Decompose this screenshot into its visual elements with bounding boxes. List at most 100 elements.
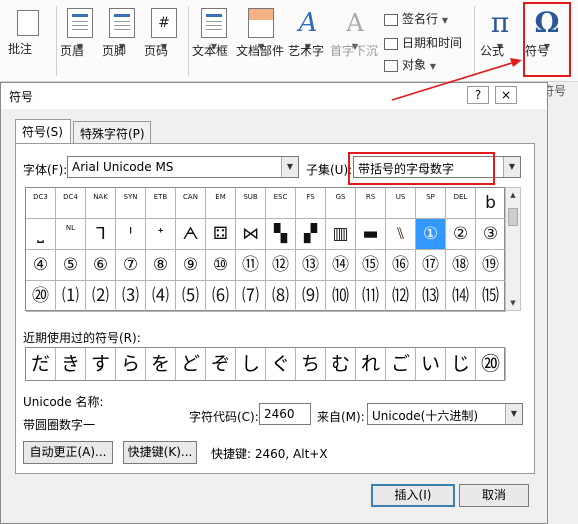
object-button[interactable]: 对象 ▼ (384, 56, 436, 73)
symbol-cell[interactable]: ⑰ (416, 250, 446, 281)
recent-symbol[interactable]: れ (356, 348, 386, 380)
symbol-cell[interactable]: ⒀ (416, 281, 446, 312)
symbol-cell[interactable]: ▞ (296, 219, 326, 250)
text-box-button[interactable]: 文本框 ▼ (192, 8, 236, 58)
symbol-grid-scrollbar[interactable]: ▲ ▼ (505, 187, 521, 311)
equation-button[interactable]: π 公式 ▼ (480, 8, 520, 59)
symbol-cell[interactable]: ⑺ (236, 281, 266, 312)
date-time-button[interactable]: 日期和时间 (384, 34, 462, 51)
symbol-cell[interactable]: ⑲ (476, 250, 506, 281)
symbol-cell[interactable]: ⑥ (86, 250, 116, 281)
cancel-button[interactable]: 取消 (459, 484, 529, 507)
symbol-cell[interactable]: US (386, 188, 416, 219)
symbol-cell[interactable]: ② (446, 219, 476, 250)
recent-symbol[interactable]: ぞ (206, 348, 236, 380)
symbol-cell[interactable]: b (476, 188, 506, 219)
symbol-cell[interactable]: ⑊ (386, 219, 416, 250)
symbol-cell[interactable]: ESC (266, 188, 296, 219)
comment-button[interactable]: 批注 (8, 8, 48, 56)
symbol-cell[interactable]: ⑵ (86, 281, 116, 312)
symbol-cell[interactable]: NAK (86, 188, 116, 219)
recent-symbol[interactable]: む (326, 348, 356, 380)
symbol-cell[interactable]: GS (326, 188, 356, 219)
symbol-cell[interactable]: ⒁ (446, 281, 476, 312)
symbol-cell[interactable]: NL (56, 219, 86, 250)
symbol-cell[interactable]: ③ (476, 219, 506, 250)
symbol-cell[interactable]: ⑻ (266, 281, 296, 312)
recent-symbol[interactable]: ぐ (266, 348, 296, 380)
symbol-cell[interactable]: ⒂ (476, 281, 506, 312)
recent-symbol[interactable]: い (416, 348, 446, 380)
symbol-cell[interactable]: ᗅ (176, 219, 206, 250)
recent-symbol[interactable]: を (146, 348, 176, 380)
symbol-cell[interactable]: ᒣ (86, 219, 116, 250)
tab-symbols[interactable]: 符号(S) (15, 119, 71, 143)
autocorrect-button[interactable]: 自动更正(A)... (23, 441, 113, 464)
symbol-cell[interactable]: ⑶ (116, 281, 146, 312)
symbol-cell[interactable]: SUB (236, 188, 266, 219)
recent-symbol[interactable]: ど (176, 348, 206, 380)
symbol-cell[interactable]: ▥ (326, 219, 356, 250)
char-code-input[interactable]: 2460 (259, 403, 311, 425)
recent-symbol[interactable]: じ (446, 348, 476, 380)
insert-button[interactable]: 插入(I) (371, 484, 455, 507)
symbol-cell[interactable]: ⑩ (206, 250, 236, 281)
symbol-cell[interactable]: ⑷ (146, 281, 176, 312)
symbol-cell[interactable]: DC4 (56, 188, 86, 219)
close-button[interactable]: × (495, 86, 517, 104)
recent-symbol[interactable]: す (86, 348, 116, 380)
symbol-cell[interactable]: ⑧ (146, 250, 176, 281)
symbol-cell[interactable]: DEL (446, 188, 476, 219)
recent-symbol[interactable]: だ (26, 348, 56, 380)
symbol-cell[interactable]: ETB (146, 188, 176, 219)
symbol-cell[interactable]: ᐩ (146, 219, 176, 250)
quick-parts-button[interactable]: 文档部件 ▼ (236, 8, 286, 58)
symbol-cell[interactable]: ⑯ (386, 250, 416, 281)
help-button[interactable]: ? (467, 86, 489, 104)
font-select[interactable]: Arial Unicode MS ▼ (67, 156, 299, 178)
symbol-cell[interactable]: FS (296, 188, 326, 219)
symbol-cell[interactable]: ⑾ (356, 281, 386, 312)
recent-symbol[interactable]: ち (296, 348, 326, 380)
from-select[interactable]: Unicode(十六进制) ▼ (367, 403, 523, 425)
drop-cap-button[interactable]: A 首字下沉 ▼ (330, 8, 380, 58)
symbol-cell[interactable]: ⑮ (356, 250, 386, 281)
symbol-cell[interactable]: ⎵ (26, 219, 56, 250)
page-number-button[interactable]: # 页码 ▼ (144, 8, 184, 58)
shortcut-key-button[interactable]: 快捷键(K)... (123, 441, 197, 464)
symbol-cell[interactable]: EM (206, 188, 236, 219)
recent-symbol[interactable]: し (236, 348, 266, 380)
recent-symbol[interactable]: ⑳ (476, 348, 506, 380)
symbol-cell[interactable]: ⑴ (56, 281, 86, 312)
symbol-cell[interactable]: ▬ (356, 219, 386, 250)
recent-symbol[interactable]: ご (386, 348, 416, 380)
scroll-up-icon[interactable]: ▲ (506, 188, 520, 202)
symbol-cell[interactable]: ⋈ (236, 219, 266, 250)
symbol-cell[interactable]: ⑫ (266, 250, 296, 281)
header-button[interactable]: 页眉 ▼ (60, 8, 100, 58)
symbol-cell[interactable]: DC3 (26, 188, 56, 219)
wordart-button[interactable]: A 艺术字 ▼ (288, 8, 328, 58)
symbol-cell[interactable]: ⑹ (206, 281, 236, 312)
symbol-cell[interactable]: ⑭ (326, 250, 356, 281)
symbol-cell[interactable]: CAN (176, 188, 206, 219)
scroll-down-icon[interactable]: ▼ (506, 296, 520, 310)
scroll-thumb[interactable] (508, 208, 518, 226)
symbol-cell[interactable]: ▚ (266, 219, 296, 250)
symbol-cell[interactable]: ① (416, 219, 446, 250)
symbol-cell[interactable]: ⑼ (296, 281, 326, 312)
symbol-cell[interactable]: SP (416, 188, 446, 219)
symbol-cell[interactable]: ⑳ (26, 281, 56, 312)
tab-special-characters[interactable]: 特殊字符(P) (73, 121, 151, 143)
symbol-cell[interactable]: SYN (116, 188, 146, 219)
symbol-cell[interactable]: ④ (26, 250, 56, 281)
symbol-cell[interactable]: ⑽ (326, 281, 356, 312)
recent-symbol[interactable]: ら (116, 348, 146, 380)
symbol-cell[interactable]: ⑤ (56, 250, 86, 281)
symbol-cell[interactable]: ⑪ (236, 250, 266, 281)
dialog-titlebar[interactable]: 符号 ? × (1, 83, 547, 109)
symbol-cell[interactable]: ᑊ (116, 219, 146, 250)
symbol-cell[interactable]: ⑨ (176, 250, 206, 281)
signature-line-button[interactable]: 签名行 ▼ (384, 10, 448, 27)
symbol-cell[interactable]: ⑦ (116, 250, 146, 281)
